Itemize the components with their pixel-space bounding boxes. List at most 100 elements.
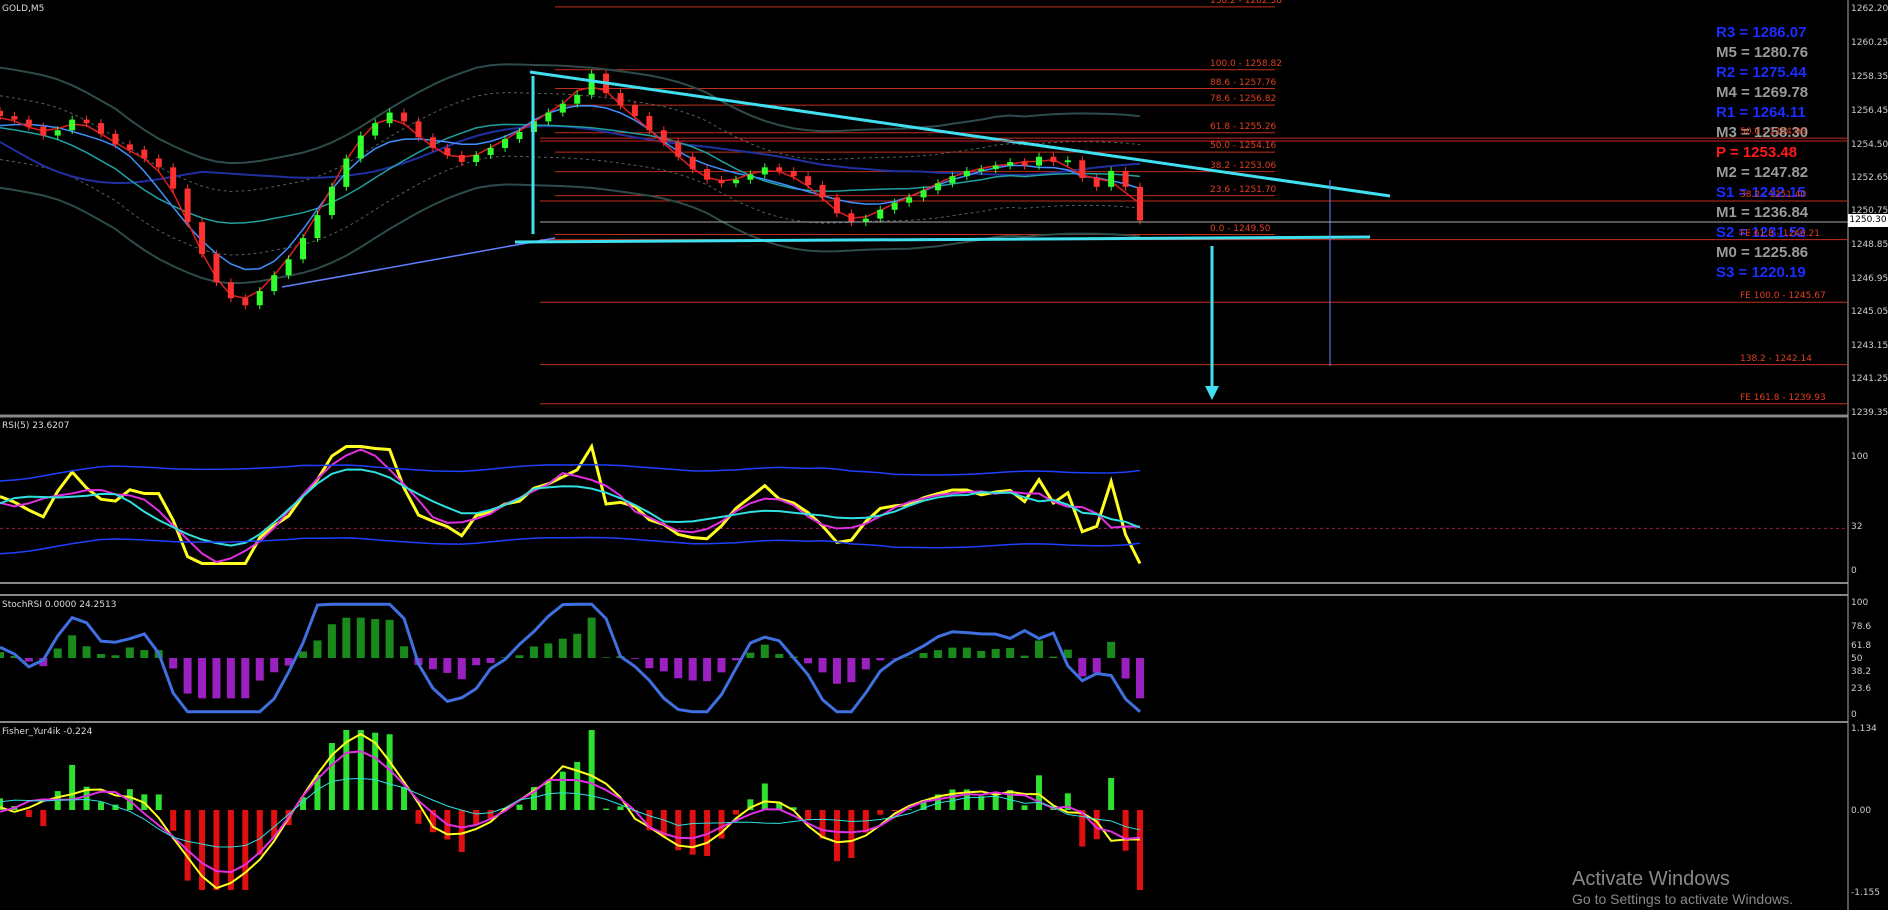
stoch-axis-50: 50 [1851,654,1863,664]
candle-body [704,169,711,180]
fisher-histogram-bar [1122,810,1129,851]
pivot-m0: M0 = 1225.86 [1716,244,1809,261]
fe-level-label: 50.0 - 1254.95 [1740,127,1807,138]
stoch-histogram-bar [270,658,279,673]
fisher-histogram-bar [227,810,234,890]
stoch-histogram-bar [731,658,740,661]
candle-body [949,176,956,184]
candle-body [992,165,999,170]
stoch-histogram-bar [1049,656,1058,658]
fib-level-label: 23.6 - 1251.70 [1210,184,1277,195]
price-axis-tick: 1241.25 [1851,374,1888,385]
stoch-histogram-bar [775,653,784,658]
candle-body [819,185,826,198]
stoch-histogram-bar [630,658,639,659]
fisher-histogram-bar [458,810,465,853]
candle-body [588,73,595,95]
fe-level-label: FE 100.0 - 1245.67 [1740,291,1826,302]
symbol-label: GOLD,M5 [2,4,45,14]
fisher-histogram-bar [732,810,739,815]
stoch-histogram-bar [645,658,654,669]
stoch-histogram-bar [327,624,336,658]
fib-level-label: 138.2 - 1262.38 [1210,0,1282,6]
candle-body [1122,170,1129,187]
fisher-histogram-bar [545,781,552,810]
pivot-r3: R3 = 1286.07 [1716,24,1807,41]
pivot-r2: R2 = 1275.44 [1716,64,1807,81]
stoch-histogram-bar [443,658,452,673]
candle-body [242,298,249,306]
candle-body [1050,156,1057,163]
candle-body [1137,186,1143,221]
stoch-histogram-bar [674,658,683,679]
fib-level-label: 88.6 - 1257.76 [1210,77,1277,88]
stoch-histogram-bar [24,658,33,662]
fisher-histogram-bar [978,796,985,810]
candle-body [444,147,451,155]
candle-body [776,167,783,171]
stoch-histogram-bar [140,650,149,658]
fisher-histogram-bar [559,771,566,810]
fisher-axis-zero: 0.00 [1851,806,1872,816]
stoch-histogram-bar [0,652,4,658]
candle-body [559,103,566,113]
stoch-histogram-bar [760,644,769,658]
stoch-histogram-bar [313,640,322,658]
pivot-m1: M1 = 1236.84 [1716,204,1809,221]
candle-body [631,105,638,117]
candle-body [126,144,133,150]
candle-body [732,179,739,184]
fisher-histogram-bar [1108,777,1115,810]
price-axis-tick: 1239.35 [1851,408,1888,418]
candle-body [790,170,797,177]
fisher-axis-bottom: -1.155 [1851,888,1881,898]
stoch-histogram-bar [962,647,971,658]
stoch-histogram-bar [818,658,827,673]
stoch-axis-61: 61.8 [1851,641,1872,651]
stoch-histogram-bar [573,633,582,658]
candle-body [1035,156,1042,166]
candle-body [372,123,379,136]
candle-body [343,158,350,187]
stoch-histogram-bar [659,658,668,672]
candle-body [675,142,682,157]
stoch-axis-0: 0 [1851,710,1857,720]
candle-body [184,188,191,223]
candle-body [170,167,177,189]
price-chart[interactable] [0,0,1888,910]
fisher-histogram-bar [256,810,263,855]
stoch-histogram-bar [111,655,120,658]
candle-body [227,282,234,299]
stoch-axis-38: 38.2 [1851,667,1872,677]
candle-body [213,253,220,283]
candle-body [112,133,119,145]
stoch-histogram-bar [472,658,481,666]
candle-body [574,94,581,104]
stoch-histogram-bar [1092,658,1101,673]
stoch-histogram-bar [457,658,466,680]
fib-level-label: 50.0 - 1254.16 [1210,141,1277,152]
stoch-histogram-bar [544,643,553,658]
fib-level-label: 0.0 - 1249.50 [1210,223,1271,234]
support-trendline [281,237,556,288]
candle-body [473,154,480,163]
price-axis-tick: 1252.65 [1851,172,1888,183]
fisher-histogram-bar [25,810,32,817]
stoch-histogram-bar [1006,647,1015,658]
current-price-marker: 1250.30 [1848,214,1888,227]
stoch-histogram-bar [847,658,856,683]
candle-body [328,186,335,216]
fe-level-label: FE 161.8 - 1239.93 [1740,392,1826,403]
stoch-histogram-bar [82,646,91,658]
stoch-histogram-bar [991,649,1000,658]
candle-body [83,119,90,124]
stoch-histogram-bar [804,658,813,664]
watermark-subtitle: Go to Settings to activate Windows. [1572,891,1793,907]
pivot-s3: S3 = 1220.19 [1716,264,1806,281]
pivot-m5: M5 = 1280.76 [1716,44,1809,61]
stoch-histogram-bar [933,650,942,658]
stoch-axis-78: 78.6 [1851,622,1872,632]
candle-body [300,238,307,260]
stoch-histogram-bar [832,658,841,684]
stoch-histogram-bar [515,655,524,658]
